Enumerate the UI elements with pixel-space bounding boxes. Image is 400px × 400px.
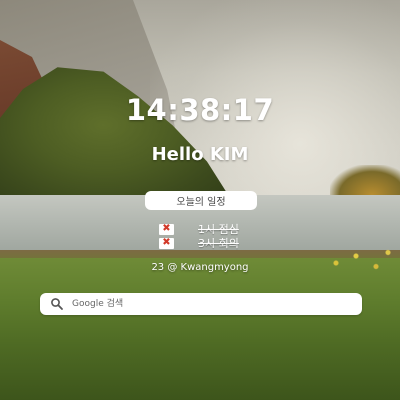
meadow — [0, 258, 400, 400]
search-icon — [51, 298, 63, 310]
schedule-item-label: 3시 회의 — [198, 237, 239, 250]
schedule-item: ✖ 1시 점심 — [159, 222, 279, 236]
x-mark-icon[interactable]: ✖ — [159, 237, 174, 249]
search-input[interactable] — [70, 298, 362, 310]
schedule-item: ✖ 3시 회의 — [159, 236, 279, 250]
search-box[interactable] — [40, 293, 362, 315]
x-mark-icon[interactable]: ✖ — [159, 223, 174, 235]
clock: 14:38:17 — [125, 93, 275, 127]
weather-location: 23 @ Kwangmyong — [151, 262, 249, 273]
greeting: Hello KIM — [151, 144, 249, 165]
todays-schedule-button[interactable]: 오늘의 일정 — [145, 191, 257, 210]
